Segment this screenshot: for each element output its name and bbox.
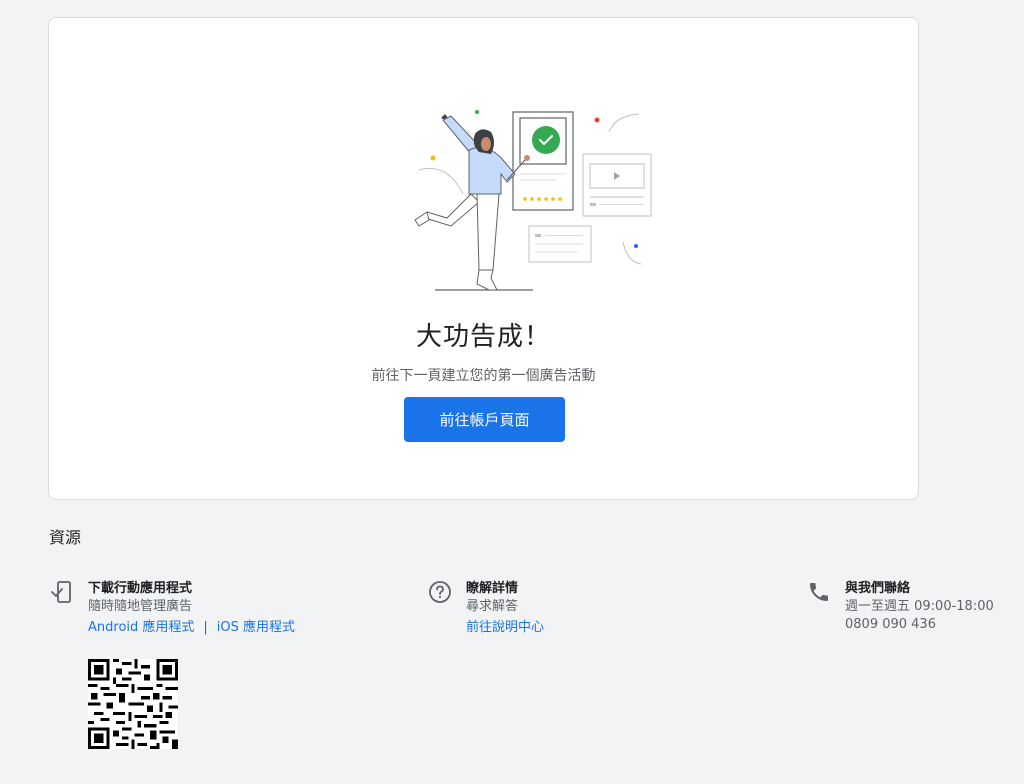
contact-hours: 週一至週五 09:00-18:00: [845, 599, 994, 614]
success-illustration: [414, 110, 652, 291]
download-app-desc: 隨時隨地管理廣告: [88, 599, 193, 614]
link-separator: |: [203, 620, 208, 635]
learn-more-desc: 尋求解答: [466, 599, 519, 614]
page-subtitle: 前往下一頁建立您的第一個廣告活動: [371, 368, 596, 384]
learn-more-text: 瞭解詳情 尋求解答 前往說明中心: [466, 580, 544, 637]
contact-phone: 0809 090 436: [845, 617, 936, 632]
download-app-text: 下載行動應用程式 隨時隨地管理廣告 Android 應用程式 | iOS 應用程式: [88, 580, 295, 637]
download-app-title: 下載行動應用程式: [88, 581, 193, 596]
help-center-link[interactable]: 前往說明中心: [466, 620, 544, 635]
qr-code-image: [88, 659, 178, 749]
mobile-download-icon: [51, 581, 71, 603]
help-circle-icon: [429, 581, 451, 603]
contact-title: 與我們聯絡: [845, 581, 911, 596]
resources-heading: 資源: [49, 528, 82, 547]
success-card: 大功告成！ 前往下一頁建立您的第一個廣告活動 前往帳戶頁面: [48, 17, 919, 500]
go-to-account-button[interactable]: 前往帳戶頁面: [404, 397, 565, 442]
learn-more-title: 瞭解詳情: [466, 581, 519, 596]
phone-icon: [810, 583, 828, 601]
ios-app-link[interactable]: iOS 應用程式: [217, 620, 295, 635]
page-title: 大功告成！: [415, 322, 551, 352]
android-app-link[interactable]: Android 應用程式: [88, 620, 194, 635]
app-links-row: Android 應用程式 | iOS 應用程式: [88, 616, 295, 637]
contact-text: 與我們聯絡 週一至週五 09:00-18:00 0809 090 436: [845, 580, 994, 634]
